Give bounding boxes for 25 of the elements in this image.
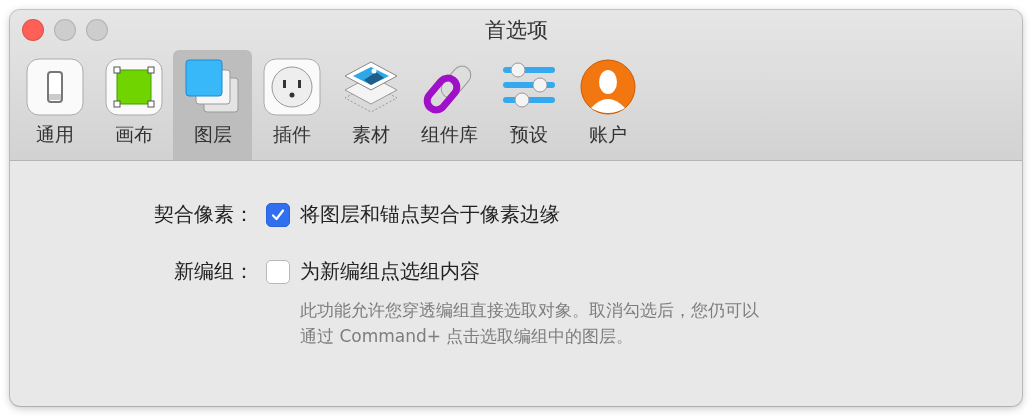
layers-icon <box>183 58 242 116</box>
toolbar-tab[interactable]: 账户 <box>568 50 647 160</box>
close-button[interactable] <box>22 19 44 41</box>
checkbox[interactable] <box>266 259 290 284</box>
toolbar-tab[interactable]: 素材 <box>331 50 410 160</box>
switch-icon <box>25 58 84 116</box>
toolbar-tab[interactable]: 图层 <box>173 50 252 160</box>
checkbox-option[interactable]: 为新编组点选组内容 <box>266 258 1022 285</box>
checkbox-option[interactable]: 将图层和锚点契合于像素边缘 <box>266 201 1022 228</box>
option-description: 此功能允许您穿透编组直接选取对象。取消勾选后，您仍可以 通过 Command+ 点击选取编组中的图层。 <box>300 299 760 348</box>
checkbox[interactable] <box>266 202 290 227</box>
toolbar-tab[interactable]: 通用 <box>15 50 94 160</box>
zoom-button[interactable] <box>86 19 108 41</box>
toolbar-tab[interactable]: 画布 <box>94 50 173 160</box>
toolbar-tab[interactable]: 组件库 <box>410 50 489 160</box>
artboard-icon <box>104 58 163 116</box>
minimize-button[interactable] <box>54 19 76 41</box>
toolbar-tab[interactable]: 插件 <box>252 50 331 160</box>
checkmark-icon <box>270 206 286 223</box>
power-outlet-icon <box>262 58 321 116</box>
option-label: 新编组： <box>174 258 255 285</box>
avatar-icon <box>578 58 637 116</box>
toolbar-tab[interactable]: 预设 <box>489 50 568 160</box>
window-title: 首选项 <box>484 17 548 44</box>
option-label: 契合像素： <box>154 201 255 228</box>
